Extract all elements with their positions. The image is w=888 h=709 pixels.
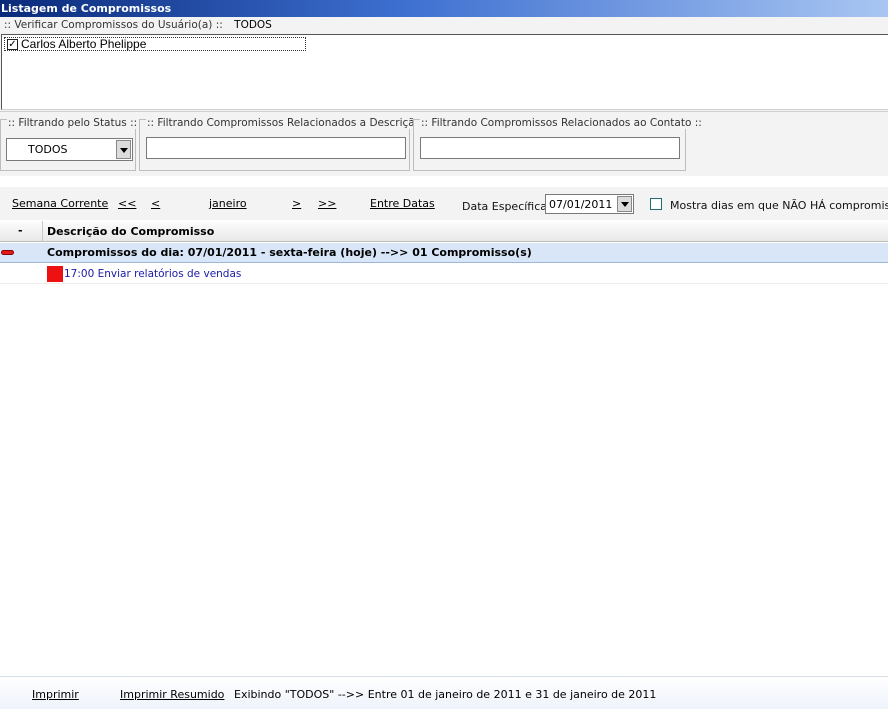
- users-legend: :: Verificar Compromissos do Usuário(a) …: [4, 19, 272, 31]
- last-month-link[interactable]: >>: [318, 197, 336, 210]
- grid-header-description[interactable]: Descrição do Compromisso: [47, 225, 214, 238]
- navigation-bar: Semana Corrente << < janeiro > >> Entre …: [0, 187, 888, 220]
- first-month-link[interactable]: <<: [118, 197, 136, 210]
- grid-header-minus[interactable]: -: [18, 224, 23, 237]
- appointment-text[interactable]: 17:00 Enviar relatórios de vendas: [64, 268, 241, 280]
- day-group-row[interactable]: Compromissos do dia: 07/01/2011 - sexta-…: [0, 243, 888, 263]
- contact-filter-legend: :: Filtrando Compromissos Relacionados a…: [420, 117, 703, 129]
- print-link[interactable]: Imprimir: [32, 688, 79, 701]
- footer-info: Exibindo "TODOS" -->> Entre 01 de janeir…: [234, 688, 657, 701]
- user-checkbox[interactable]: ✓: [7, 39, 18, 50]
- month-link[interactable]: janeiro: [209, 197, 247, 210]
- users-list[interactable]: ✓ Carlos Alberto Phelippe: [1, 34, 888, 110]
- contact-filter-group: :: Filtrando Compromissos Relacionados a…: [413, 117, 703, 171]
- chevron-down-icon: [120, 148, 128, 153]
- grid-header: - Descrição do Compromisso: [0, 221, 888, 242]
- status-select[interactable]: TODOS: [6, 138, 133, 161]
- specific-date-label: Data Específica:: [462, 200, 551, 213]
- users-panel: :: Verificar Compromissos do Usuário(a) …: [0, 17, 888, 111]
- user-name: Carlos Alberto Phelippe: [21, 37, 147, 51]
- appointments-grid: - Descrição do Compromisso Compromissos …: [0, 221, 888, 676]
- user-list-item[interactable]: ✓ Carlos Alberto Phelippe: [4, 37, 306, 51]
- show-empty-days-label: Mostra dias em que NÃO HÁ compromissos?: [670, 199, 888, 212]
- users-legend-label: :: Verificar Compromissos do Usuário(a) …: [4, 19, 223, 31]
- previous-month-link[interactable]: <: [151, 197, 160, 210]
- between-dates-link[interactable]: Entre Datas: [370, 197, 435, 210]
- date-dropdown-button[interactable]: [617, 196, 632, 212]
- contact-filter-input[interactable]: [420, 137, 680, 159]
- day-group-title: Compromissos do dia: 07/01/2011 - sexta-…: [47, 246, 532, 259]
- status-filter-legend: :: Filtrando pelo Status ::: [7, 117, 139, 129]
- specific-date-value: 07/01/2011: [549, 198, 613, 211]
- show-empty-days-checkbox[interactable]: [650, 198, 662, 210]
- next-month-link[interactable]: >: [292, 197, 301, 210]
- description-filter-group: :: Filtrando Compromissos Relacionados a…: [139, 117, 433, 171]
- footer-bar: Imprimir Imprimir Resumido Exibindo "TOD…: [0, 676, 888, 709]
- description-filter-legend: :: Filtrando Compromissos Relacionados a…: [146, 117, 433, 129]
- specific-date-picker[interactable]: 07/01/2011: [545, 194, 634, 214]
- status-color-swatch: [47, 266, 63, 282]
- table-row[interactable]: 17:00 Enviar relatórios de vendas: [0, 264, 888, 284]
- users-selected-value: TODOS: [234, 19, 272, 31]
- collapse-icon[interactable]: [1, 250, 14, 255]
- current-week-link[interactable]: Semana Corrente: [12, 197, 108, 210]
- status-select-value: TODOS: [28, 143, 68, 156]
- status-filter-group: :: Filtrando pelo Status :: TODOS: [0, 117, 139, 171]
- description-filter-input[interactable]: [146, 137, 406, 159]
- filters-panel: :: Filtrando pelo Status :: TODOS :: Fil…: [0, 111, 888, 176]
- grid-header-divider: [42, 221, 43, 242]
- print-summary-link[interactable]: Imprimir Resumido: [120, 688, 224, 701]
- status-dropdown-button[interactable]: [116, 140, 131, 159]
- chevron-down-icon: [621, 202, 629, 207]
- window-title: Listagem de Compromissos: [0, 0, 888, 17]
